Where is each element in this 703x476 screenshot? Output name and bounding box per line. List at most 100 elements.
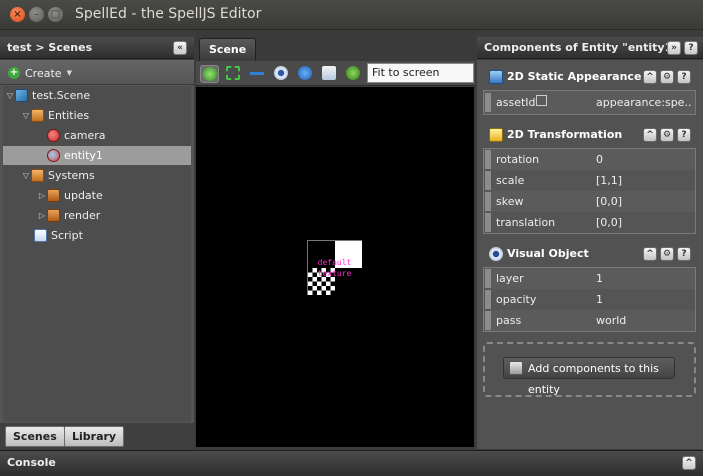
tree-item-label: entity1	[64, 149, 103, 162]
folder-icon	[31, 169, 44, 182]
create-button[interactable]: + Create ▼	[8, 65, 72, 81]
prop-name: scale	[496, 174, 525, 187]
debug-button[interactable]	[344, 65, 363, 83]
fullscreen-icon	[226, 66, 240, 80]
window-minimize-button[interactable]: –	[29, 7, 44, 22]
toggle-visibility-button[interactable]	[272, 65, 291, 83]
image-icon[interactable]	[536, 95, 547, 106]
left-panel-tabs: Scenes Library	[0, 423, 194, 449]
prop-row-pass[interactable]: pass world	[484, 310, 695, 331]
tree-item-label: Systems	[48, 169, 95, 182]
row-grip	[485, 171, 491, 190]
prop-value[interactable]: world	[596, 314, 692, 327]
console-panel-header[interactable]: Console ^	[0, 450, 703, 476]
window-maximize-button[interactable]: □	[48, 7, 63, 22]
eye-icon	[274, 66, 288, 80]
prop-value[interactable]: 1	[596, 272, 692, 285]
section-settings-button[interactable]: ⚙	[660, 70, 674, 84]
prop-name: pass	[496, 314, 522, 327]
pause-icon	[298, 66, 312, 80]
inspect-button[interactable]	[320, 65, 339, 83]
tab-scenes[interactable]: Scenes	[5, 426, 65, 447]
section-header-visual-object[interactable]: Visual Object ^ ⚙ ?	[483, 243, 696, 265]
tree-item-entity1[interactable]: entity1	[3, 146, 191, 165]
appearance-icon	[489, 70, 503, 84]
tree-collapsed-icon[interactable]: ▷	[37, 191, 47, 200]
tree-item-update[interactable]: ▷ update	[3, 186, 191, 205]
system-icon	[47, 189, 60, 202]
tab-scene[interactable]: Scene	[199, 38, 257, 61]
section-settings-button[interactable]: ⚙	[660, 247, 674, 261]
prop-name: layer	[496, 272, 524, 285]
prop-value[interactable]: [0,0]	[596, 195, 692, 208]
refresh-icon	[203, 67, 217, 81]
script-icon	[34, 229, 47, 242]
window-title: SpellEd - the SpellJS Editor	[75, 6, 262, 22]
collapse-section-button[interactable]: ^	[643, 128, 657, 142]
section-help-button[interactable]: ?	[677, 247, 691, 261]
entity-icon	[47, 149, 60, 162]
prop-name: translation	[496, 216, 556, 229]
row-grip	[485, 150, 491, 169]
bug-icon	[346, 66, 360, 80]
props-2d-transformation: rotation 0 scale [1,1] skew [0,0] transl…	[483, 148, 696, 234]
refresh-button[interactable]	[200, 65, 219, 83]
collapse-left-panel-button[interactable]: «	[173, 41, 187, 55]
grid-button[interactable]	[248, 65, 267, 83]
prop-value[interactable]: appearance:spe...	[596, 96, 692, 109]
fullscreen-button[interactable]	[224, 65, 243, 83]
section-help-button[interactable]: ?	[677, 128, 691, 142]
prop-row-translation[interactable]: translation [0,0]	[484, 212, 695, 233]
entity-icon	[47, 129, 60, 142]
prop-value[interactable]: [0,0]	[596, 216, 692, 229]
tree-item-test-scene[interactable]: ▽ test.Scene	[3, 86, 191, 105]
tree-item-render[interactable]: ▷ render	[3, 206, 191, 225]
zoom-select[interactable]: Fit to screen	[367, 63, 474, 83]
console-title: Console	[7, 456, 56, 469]
tab-library[interactable]: Library	[64, 426, 125, 447]
section-header-2d-static-appearance[interactable]: 2D Static Appearance ^ ⚙ ?	[483, 66, 696, 88]
row-grip	[485, 192, 491, 211]
row-grip	[485, 213, 491, 232]
section-header-2d-transformation[interactable]: 2D Transformation ^ ⚙ ?	[483, 124, 696, 146]
tree-item-systems[interactable]: ▽ Systems	[3, 166, 191, 185]
tree-expand-icon[interactable]: ▽	[21, 111, 31, 120]
components-panel-header: Components of Entity "entity1" » ?	[477, 37, 703, 59]
prop-value[interactable]: 1	[596, 293, 692, 306]
tree-item-script[interactable]: Script	[3, 226, 191, 245]
window-close-button[interactable]: ×	[10, 7, 25, 22]
props-2d-static-appearance: assetId appearance:spe...	[483, 90, 696, 115]
section-title: 2D Static Appearance	[507, 70, 642, 83]
tree-item-label: render	[64, 209, 101, 222]
prop-value[interactable]: 0	[596, 153, 692, 166]
help-button[interactable]: ?	[684, 41, 698, 55]
section-settings-button[interactable]: ⚙	[660, 128, 674, 142]
tree-item-entities[interactable]: ▽ Entities	[3, 106, 191, 125]
pause-button[interactable]	[296, 65, 315, 83]
collapse-section-button[interactable]: ^	[643, 70, 657, 84]
tree-item-label: Entities	[48, 109, 90, 122]
expand-right-panel-button[interactable]: »	[667, 41, 681, 55]
section-help-button[interactable]: ?	[677, 70, 691, 84]
folder-icon	[31, 109, 44, 122]
window-titlebar: × – □ SpellEd - the SpellJS Editor	[0, 0, 703, 30]
prop-row-rotation[interactable]: rotation 0	[484, 149, 695, 170]
prop-row-layer[interactable]: layer 1	[484, 268, 695, 289]
collapse-section-button[interactable]: ^	[643, 247, 657, 261]
eye-icon	[489, 247, 503, 261]
scene-icon	[15, 89, 28, 102]
console-toggle-button[interactable]: ^	[682, 456, 696, 470]
inspect-icon	[322, 66, 336, 80]
row-grip	[485, 269, 491, 288]
tree-item-camera[interactable]: camera	[3, 126, 191, 145]
prop-row-assetid[interactable]: assetId appearance:spe...	[484, 92, 695, 113]
tree-expand-icon[interactable]: ▽	[5, 91, 15, 100]
prop-row-skew[interactable]: skew [0,0]	[484, 191, 695, 212]
tree-collapsed-icon[interactable]: ▷	[37, 211, 47, 220]
tree-expand-icon[interactable]: ▽	[21, 171, 31, 180]
add-components-button[interactable]: Add components to this entity	[503, 357, 675, 396]
prop-value[interactable]: [1,1]	[596, 174, 692, 187]
prop-row-scale[interactable]: scale [1,1]	[484, 170, 695, 191]
prop-row-opacity[interactable]: opacity 1	[484, 289, 695, 310]
prop-name: opacity	[496, 293, 537, 306]
